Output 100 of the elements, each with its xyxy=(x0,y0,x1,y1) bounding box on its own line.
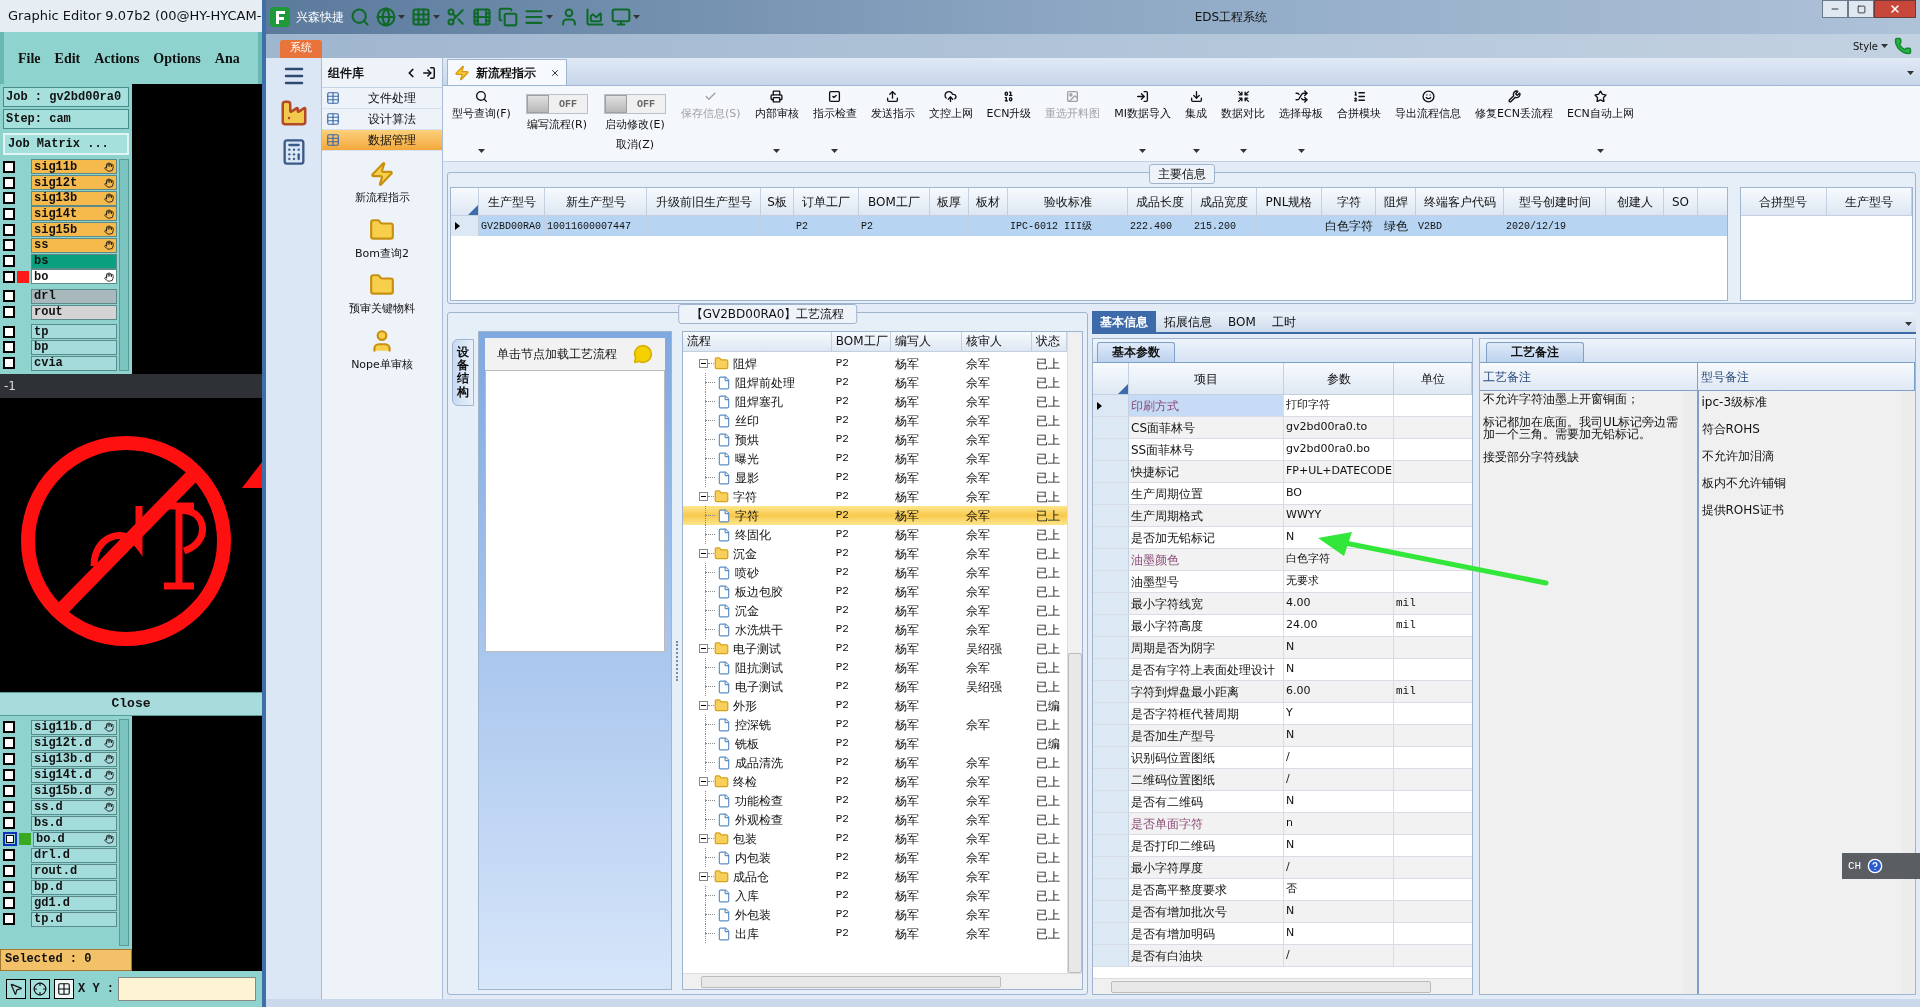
layer-name[interactable]: sig15b xyxy=(31,222,117,238)
column-header[interactable]: 成品长度 xyxy=(1128,188,1192,215)
column-header[interactable]: 单位 xyxy=(1394,363,1472,394)
tree-row[interactable]: 喷砂 P2 杨军 佘军 已上 xyxy=(683,563,1067,582)
toggle-switch[interactable]: OFF xyxy=(525,94,588,114)
table-row[interactable]: 最小字符厚度 / xyxy=(1093,857,1472,879)
measure-tool-icon[interactable] xyxy=(30,979,50,999)
layer-name[interactable]: sig11b xyxy=(31,159,117,175)
menu-item[interactable]: File xyxy=(18,47,41,69)
column-header[interactable]: 字符 xyxy=(1322,188,1376,215)
table-row[interactable]: 是否高平整度要求 否 xyxy=(1093,879,1472,901)
table-row[interactable]: 快捷标记 FP+UL+DATECODE xyxy=(1093,461,1472,483)
table-row[interactable]: 是否加无铅标记 N xyxy=(1093,527,1472,549)
tree-row[interactable]: 电子测试 P2 杨军 吴绍强 已上 xyxy=(683,677,1067,696)
tree-row[interactable]: 阻焊 P2 杨军 佘军 已上 xyxy=(683,354,1067,373)
column-header[interactable]: 流程 xyxy=(683,332,832,351)
tree-row[interactable]: 外包装 P2 杨军 佘军 已上 xyxy=(683,905,1067,924)
layer-name[interactable]: bs xyxy=(31,253,117,269)
layer-checkbox[interactable] xyxy=(3,849,15,861)
column-header[interactable]: 合拼型号 xyxy=(1741,188,1827,215)
menu-item[interactable]: Ana xyxy=(214,47,240,69)
table-row[interactable]: 周期是否为阴字 N xyxy=(1093,637,1472,659)
table-row[interactable]: 字符到焊盘最小距离 6.00 mil xyxy=(1093,681,1472,703)
vertical-scrollbar[interactable] xyxy=(1682,391,1697,994)
tree-row[interactable]: 终固化 P2 杨军 佘军 已上 xyxy=(683,525,1067,544)
layer-name[interactable]: drl xyxy=(31,288,117,304)
layer-checkbox[interactable] xyxy=(3,192,15,205)
column-header[interactable]: SO xyxy=(1664,188,1698,215)
column-header[interactable]: 板厚 xyxy=(930,188,969,215)
column-header[interactable]: 阻焊 xyxy=(1376,188,1416,215)
layer-name[interactable]: ss xyxy=(31,237,117,253)
tree-row[interactable]: 丝印 P2 杨军 佘军 已上 xyxy=(683,411,1067,430)
collapse-icon[interactable] xyxy=(699,644,708,653)
layer-name[interactable]: ss.d xyxy=(31,799,117,815)
grid-tool-icon[interactable] xyxy=(54,979,74,999)
ribbon-button[interactable]: ECN升级 xyxy=(986,90,1032,123)
layer-name[interactable]: cvia xyxy=(31,355,117,371)
layer-name[interactable]: tp xyxy=(31,324,117,340)
layer-name[interactable]: bo xyxy=(31,269,117,285)
ribbon-button[interactable]: 发送指示 xyxy=(870,90,915,123)
language-bar[interactable]: CH xyxy=(1842,853,1920,879)
tree-row[interactable]: 铣板 P2 杨军 已编 xyxy=(683,734,1067,753)
horizontal-scrollbar[interactable] xyxy=(683,973,1082,989)
layer-checkbox[interactable] xyxy=(3,223,15,236)
layer-checkbox[interactable] xyxy=(3,721,15,733)
layer-checkbox[interactable] xyxy=(3,207,15,220)
tree-row[interactable]: 外形 P2 杨军 已编 xyxy=(683,696,1067,715)
phone-icon[interactable] xyxy=(1894,37,1912,55)
column-header[interactable]: 新生产型号 xyxy=(545,188,647,215)
tree-row[interactable]: 字符 P2 杨军 佘军 已上 xyxy=(683,506,1067,525)
layer-name[interactable]: sig11b.d xyxy=(31,719,117,735)
layer-name[interactable]: drl.d xyxy=(31,847,117,863)
layer-name[interactable]: bp xyxy=(31,339,117,355)
maximize-button[interactable] xyxy=(1848,0,1874,18)
column-header[interactable]: BOM工厂 xyxy=(831,332,892,351)
tree-row[interactable]: 外观检查 P2 杨军 佘军 已上 xyxy=(683,810,1067,829)
layer-checkbox[interactable] xyxy=(3,306,15,319)
layer-checkbox[interactable] xyxy=(3,897,15,909)
shortcut-button[interactable]: 新流程指示 xyxy=(354,161,410,207)
table-row[interactable]: CS面菲林号 gv2bd00ra0.to xyxy=(1093,417,1472,439)
shortcut-button[interactable]: Nope单审核 xyxy=(351,327,413,373)
tree-row[interactable]: 沉金 P2 杨军 佘军 已上 xyxy=(683,601,1067,620)
column-header[interactable]: 终端客户代码 xyxy=(1416,188,1504,215)
layer-checkbox[interactable] xyxy=(3,801,15,813)
layer-name[interactable]: rout.d xyxy=(31,863,117,879)
tree-row[interactable]: 曝光 P2 杨军 佘军 已上 xyxy=(683,449,1067,468)
ribbon-button[interactable]: 内部审核 xyxy=(754,90,799,123)
layer-checkbox[interactable] xyxy=(3,769,15,781)
column-header[interactable]: 工艺备注 xyxy=(1480,363,1698,390)
layer-name[interactable]: bs.d xyxy=(31,815,117,831)
tree-row[interactable]: 内包装 P2 杨军 佘军 已上 xyxy=(683,848,1067,867)
column-header[interactable]: 编写人 xyxy=(891,332,962,351)
menu-item[interactable]: Options xyxy=(153,47,201,69)
tree-row[interactable]: 阻焊前处理 P2 杨军 佘军 已上 xyxy=(683,373,1067,392)
layer-checkbox[interactable] xyxy=(3,817,15,829)
toggle-switch[interactable]: OFF xyxy=(603,94,666,114)
layer-name[interactable]: gd1.d xyxy=(31,895,117,911)
table-row[interactable]: 是否有二维码 N xyxy=(1093,791,1472,813)
column-header[interactable]: S板 xyxy=(761,188,794,215)
tree-row[interactable]: 沉金 P2 杨军 佘军 已上 xyxy=(683,544,1067,563)
collapse-icon[interactable] xyxy=(699,834,708,843)
table-row[interactable]: 是否有增加明码 N xyxy=(1093,923,1472,945)
column-header[interactable]: 板材 xyxy=(969,188,1008,215)
tab[interactable]: 基本信息 xyxy=(1092,311,1156,332)
close-icon[interactable] xyxy=(550,67,560,78)
vertical-scrollbar[interactable] xyxy=(1067,332,1082,973)
minimize-button[interactable] xyxy=(1822,0,1848,18)
tree-row[interactable]: 阻焊塞孔 P2 杨军 佘军 已上 xyxy=(683,392,1067,411)
layer-name[interactable]: sig14t xyxy=(31,206,117,222)
table-row[interactable]: 生产周期格式 WWYY xyxy=(1093,505,1472,527)
login-icon[interactable] xyxy=(422,65,436,80)
table-row[interactable]: SS面菲林号 gv2bd00ra0.bo xyxy=(1093,439,1472,461)
tab[interactable]: BOM xyxy=(1220,311,1264,332)
layer-checkbox[interactable] xyxy=(3,290,15,303)
layer-checkbox[interactable] xyxy=(3,239,15,252)
layer-checkbox[interactable] xyxy=(3,737,15,749)
table-row[interactable]: GV2BD00RA0 10011600007447 P2 P2 IPC-6012 III级 222.400 215.200 白色字符 绿色 V2BD 2020/12/19 xyxy=(451,216,1727,236)
select-tool-icon[interactable] xyxy=(6,979,26,999)
column-header[interactable]: 核审人 xyxy=(961,332,1033,351)
layer-name[interactable]: sig13b xyxy=(31,190,117,206)
